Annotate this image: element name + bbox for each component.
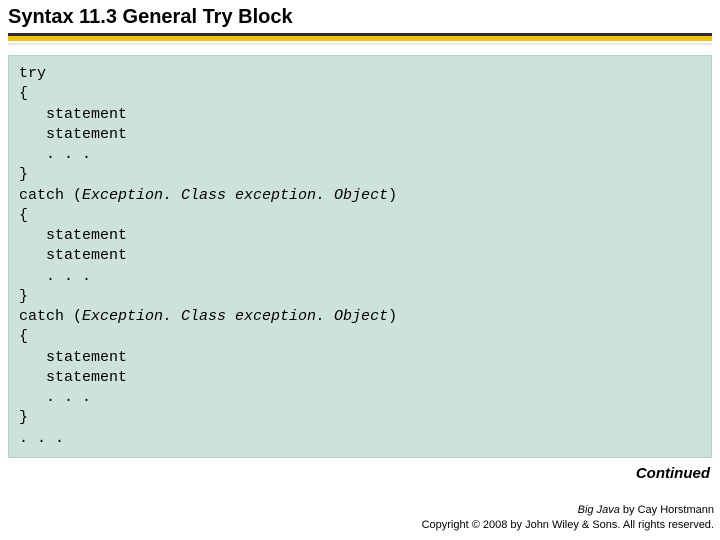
- code-line: statement: [19, 126, 127, 143]
- code-line: . . .: [19, 430, 64, 447]
- code-line: }: [19, 166, 28, 183]
- syntax-number: Syntax 11.3: [8, 6, 117, 28]
- continued-label: Continued: [636, 465, 710, 482]
- slide-header: Syntax 11.3 General Try Block: [0, 0, 720, 45]
- code-block: try { statement statement . . . } catch …: [8, 55, 712, 458]
- title-main: General Try Block: [117, 6, 293, 28]
- code-line: try: [19, 65, 46, 82]
- code-line: statement: [19, 227, 127, 244]
- code-line: statement: [19, 247, 127, 264]
- code-line: . . .: [19, 146, 91, 163]
- slide-title: Syntax 11.3 General Try Block: [8, 6, 712, 33]
- code-line: {: [19, 85, 28, 102]
- code-line: . . .: [19, 268, 91, 285]
- code-line: {: [19, 328, 28, 345]
- code-italic: Exception. Class exception. Object: [82, 308, 388, 325]
- book-title: Big Java: [578, 504, 620, 516]
- code-line: ): [388, 308, 397, 325]
- code-line: . . .: [19, 389, 91, 406]
- rule-yellow: [8, 36, 712, 41]
- code-line: catch (: [19, 308, 82, 325]
- code-line: statement: [19, 369, 127, 386]
- code-line: }: [19, 288, 28, 305]
- code-line: catch (: [19, 187, 82, 204]
- code-italic: Exception. Class exception. Object: [82, 187, 388, 204]
- footer: Big Java by Cay Horstmann Copyright © 20…: [422, 503, 714, 532]
- rule-light: [8, 43, 712, 45]
- copyright: Copyright © 2008 by John Wiley & Sons. A…: [422, 518, 714, 532]
- footer-line-1: Big Java by Cay Horstmann: [422, 503, 714, 517]
- code-line: }: [19, 409, 28, 426]
- code-line: {: [19, 207, 28, 224]
- code-line: statement: [19, 106, 127, 123]
- code-line: statement: [19, 349, 127, 366]
- author: by Cay Horstmann: [620, 504, 714, 516]
- code-line: ): [388, 187, 397, 204]
